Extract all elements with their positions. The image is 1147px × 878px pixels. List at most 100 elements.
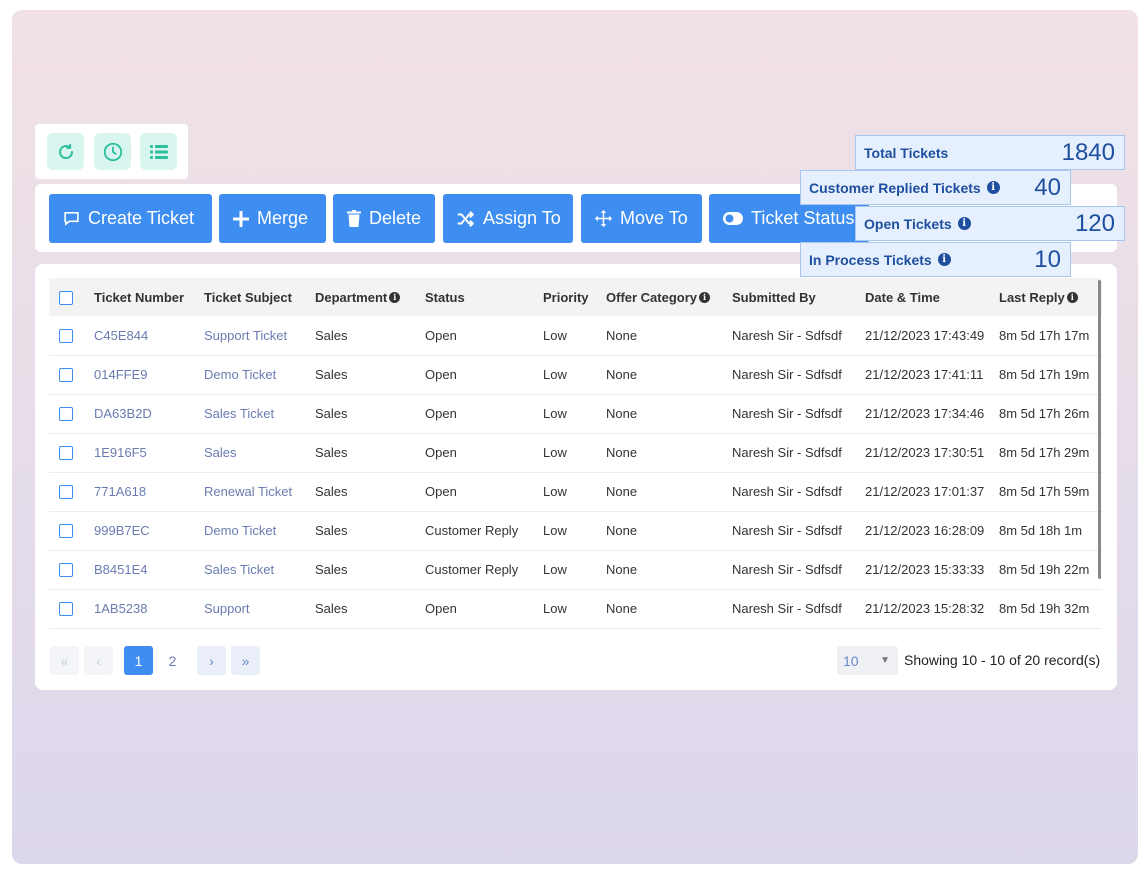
plus-icon	[233, 210, 249, 227]
row-checkbox[interactable]	[59, 524, 73, 539]
table-row[interactable]: 1AB5238 Support Sales Open Low None Nare…	[49, 589, 1102, 628]
row-checkbox[interactable]	[59, 563, 73, 578]
offer-cell: None	[606, 406, 638, 421]
offer-cell: None	[606, 562, 638, 577]
records-summary: Showing 10 - 10 of 20 record(s)	[904, 652, 1101, 668]
last-page-button[interactable]: »	[231, 646, 260, 675]
table-row[interactable]: B8451E4 Sales Ticket Sales Customer Repl…	[49, 550, 1102, 589]
ticket-subject-link[interactable]: Sales Ticket	[204, 550, 315, 589]
row-checkbox[interactable]	[59, 602, 73, 617]
list-view-button[interactable]	[140, 133, 177, 170]
ticket-subject-link[interactable]: Demo Ticket	[204, 511, 315, 550]
merge-label: Merge	[257, 208, 309, 228]
status-cell: Open	[425, 445, 457, 460]
stat-open-tickets[interactable]: Open Tickets i 120	[855, 206, 1125, 241]
delete-label: Delete	[369, 208, 422, 228]
datetime-cell: 21/12/2023 15:33:33	[865, 562, 985, 577]
table-scrollbar[interactable]	[1098, 280, 1101, 579]
table-row[interactable]: 771A618 Renewal Ticket Sales Open Low No…	[49, 472, 1102, 511]
per-page-select[interactable]: 10 ▼	[837, 646, 898, 675]
col-ticket-number[interactable]: Ticket Number	[94, 278, 204, 316]
datetime-cell: 21/12/2023 17:43:49	[865, 327, 985, 343]
department-cell: Sales	[315, 562, 348, 577]
row-checkbox[interactable]	[59, 446, 73, 461]
assign-to-button[interactable]: Assign To	[443, 194, 573, 243]
col-offer-category[interactable]: Offer Category i	[606, 278, 732, 316]
submitted-cell: Naresh Sir - Sdfsdf	[732, 523, 842, 538]
col-date-time[interactable]: Date & Time	[865, 278, 999, 316]
priority-cell: Low	[543, 523, 567, 538]
col-priority[interactable]: Priority	[543, 278, 606, 316]
status-cell: Customer Reply	[425, 523, 519, 538]
last-reply-cell: 8m 5d 17h 19m	[999, 367, 1090, 382]
ticket-number-link[interactable]: DA63B2D	[94, 394, 204, 433]
move-to-button[interactable]: Move To	[581, 194, 702, 243]
stat-in-process[interactable]: In Process Tickets i 10	[800, 242, 1071, 277]
ticket-subject-link[interactable]: Sales Ticket	[204, 394, 315, 433]
col-ticket-subject[interactable]: Ticket Subject	[204, 278, 315, 316]
info-icon: i	[986, 181, 1000, 194]
ticket-number-link[interactable]: B8451E4	[94, 550, 204, 589]
stat-customer-replied[interactable]: Customer Replied Tickets i 40	[800, 170, 1071, 205]
ticket-number-link[interactable]: C45E844	[94, 316, 204, 355]
row-checkbox[interactable]	[59, 485, 73, 500]
last-reply-cell: 8m 5d 19h 22m	[999, 562, 1090, 577]
priority-cell: Low	[543, 445, 567, 460]
priority-cell: Low	[543, 484, 567, 499]
priority-cell: Low	[543, 367, 567, 382]
row-checkbox[interactable]	[59, 329, 73, 344]
ticket-subject-link[interactable]: Support	[204, 589, 315, 628]
delete-button[interactable]: Delete	[333, 194, 435, 243]
submitted-cell: Naresh Sir - Sdfsdf	[732, 327, 842, 343]
merge-button[interactable]: Merge	[219, 194, 326, 243]
stat-total-value: 1840	[1061, 138, 1115, 166]
tickets-panel: Ticket Number Ticket Subject Department i…	[35, 264, 1117, 690]
ticket-subject-link[interactable]: Renewal Ticket	[204, 472, 315, 511]
stat-open-value: 120	[1074, 209, 1115, 237]
ticket-number-link[interactable]: 1E916F5	[94, 433, 204, 472]
create-ticket-button[interactable]: Create Ticket	[49, 194, 212, 243]
offer-cell: None	[606, 523, 638, 538]
ticket-number-link[interactable]: 1AB5238	[94, 589, 204, 628]
last-reply-cell: 8m 5d 19h 32m	[999, 601, 1090, 616]
datetime-cell: 21/12/2023 17:41:11	[865, 367, 984, 382]
table-row[interactable]: C45E844 Support Ticket Sales Open Low No…	[49, 316, 1102, 355]
ticket-number-link[interactable]: 999B7EC	[94, 511, 204, 550]
last-reply-cell: 8m 5d 17h 26m	[999, 406, 1090, 421]
table-row[interactable]: 999B7EC Demo Ticket Sales Customer Reply…	[49, 511, 1102, 550]
select-all-checkbox[interactable]	[59, 290, 73, 305]
row-checkbox[interactable]	[59, 368, 73, 383]
table-row[interactable]: 1E916F5 Sales Sales Open Low None Naresh…	[49, 433, 1102, 472]
ticket-subject-link[interactable]: Sales	[204, 433, 315, 472]
ticket-number-link[interactable]: 014FFE9	[94, 355, 204, 394]
first-page-button[interactable]: «	[50, 646, 79, 675]
status-cell: Customer Reply	[425, 562, 519, 577]
offer-cell: None	[606, 445, 638, 460]
row-checkbox[interactable]	[59, 407, 73, 422]
info-icon: i	[389, 291, 401, 303]
status-cell: Open	[425, 367, 457, 382]
page-1-button[interactable]: 1	[124, 646, 153, 675]
refresh-icon	[58, 143, 73, 159]
ticket-subject-link[interactable]: Demo Ticket	[204, 355, 315, 394]
history-button[interactable]	[94, 133, 131, 170]
ticket-subject-link[interactable]: Support Ticket	[204, 316, 315, 355]
stat-in-process-value: 10	[1034, 245, 1061, 273]
history-clock-icon	[103, 142, 122, 161]
table-row[interactable]: DA63B2D Sales Ticket Sales Open Low None…	[49, 394, 1102, 433]
info-icon: i	[937, 253, 951, 266]
ticket-number-link[interactable]: 771A618	[94, 472, 204, 511]
col-department[interactable]: Department i	[315, 278, 425, 316]
refresh-button[interactable]	[47, 133, 84, 170]
stat-total-label: Total Tickets	[864, 144, 949, 161]
prev-page-button[interactable]: ‹	[84, 646, 113, 675]
next-page-button[interactable]: ›	[197, 646, 226, 675]
table-row[interactable]: 014FFE9 Demo Ticket Sales Open Low None …	[49, 355, 1102, 394]
page-2-button[interactable]: 2	[158, 646, 187, 675]
chevron-down-icon: ▼	[880, 655, 890, 666]
col-submitted-by[interactable]: Submitted By	[732, 278, 865, 316]
col-last-reply[interactable]: Last Reply i	[999, 278, 1102, 316]
stat-total-tickets[interactable]: Total Tickets 1840	[855, 135, 1125, 170]
offer-cell: None	[606, 367, 638, 382]
col-status[interactable]: Status	[425, 278, 543, 316]
